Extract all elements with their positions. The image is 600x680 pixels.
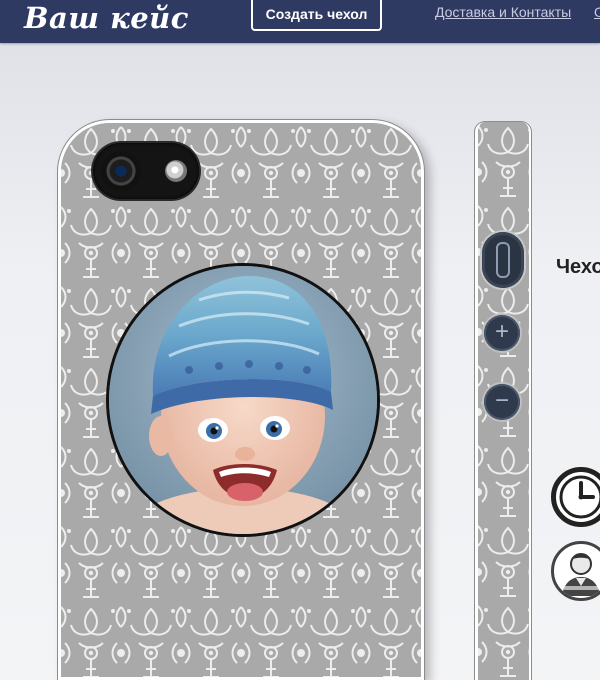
nav-link-more[interactable]: О: [594, 4, 600, 20]
mute-switch: [482, 232, 524, 288]
camera-icon: [93, 143, 199, 199]
clock-icon: [559, 475, 600, 519]
top-bar: Ваш кейс Создать чехол Доставка и Контак…: [0, 0, 600, 43]
user-icon: [562, 553, 600, 596]
volume-up-icon: +: [484, 315, 520, 351]
baby-photo-image: [109, 266, 377, 534]
user-button[interactable]: [551, 541, 600, 601]
camera-flash: [165, 160, 187, 182]
uploaded-photo[interactable]: [106, 263, 380, 537]
site-logo[interactable]: Ваш кейс: [24, 0, 189, 40]
side-panel-heading: Чехо: [556, 256, 600, 278]
create-case-button[interactable]: Создать чехол: [251, 0, 382, 31]
nav-link-delivery-contacts[interactable]: Доставка и Контакты: [435, 4, 571, 20]
camera-lens: [101, 151, 141, 191]
clock-button[interactable]: [551, 467, 600, 527]
volume-down-icon: −: [484, 384, 520, 420]
case-back-preview: [58, 120, 424, 680]
